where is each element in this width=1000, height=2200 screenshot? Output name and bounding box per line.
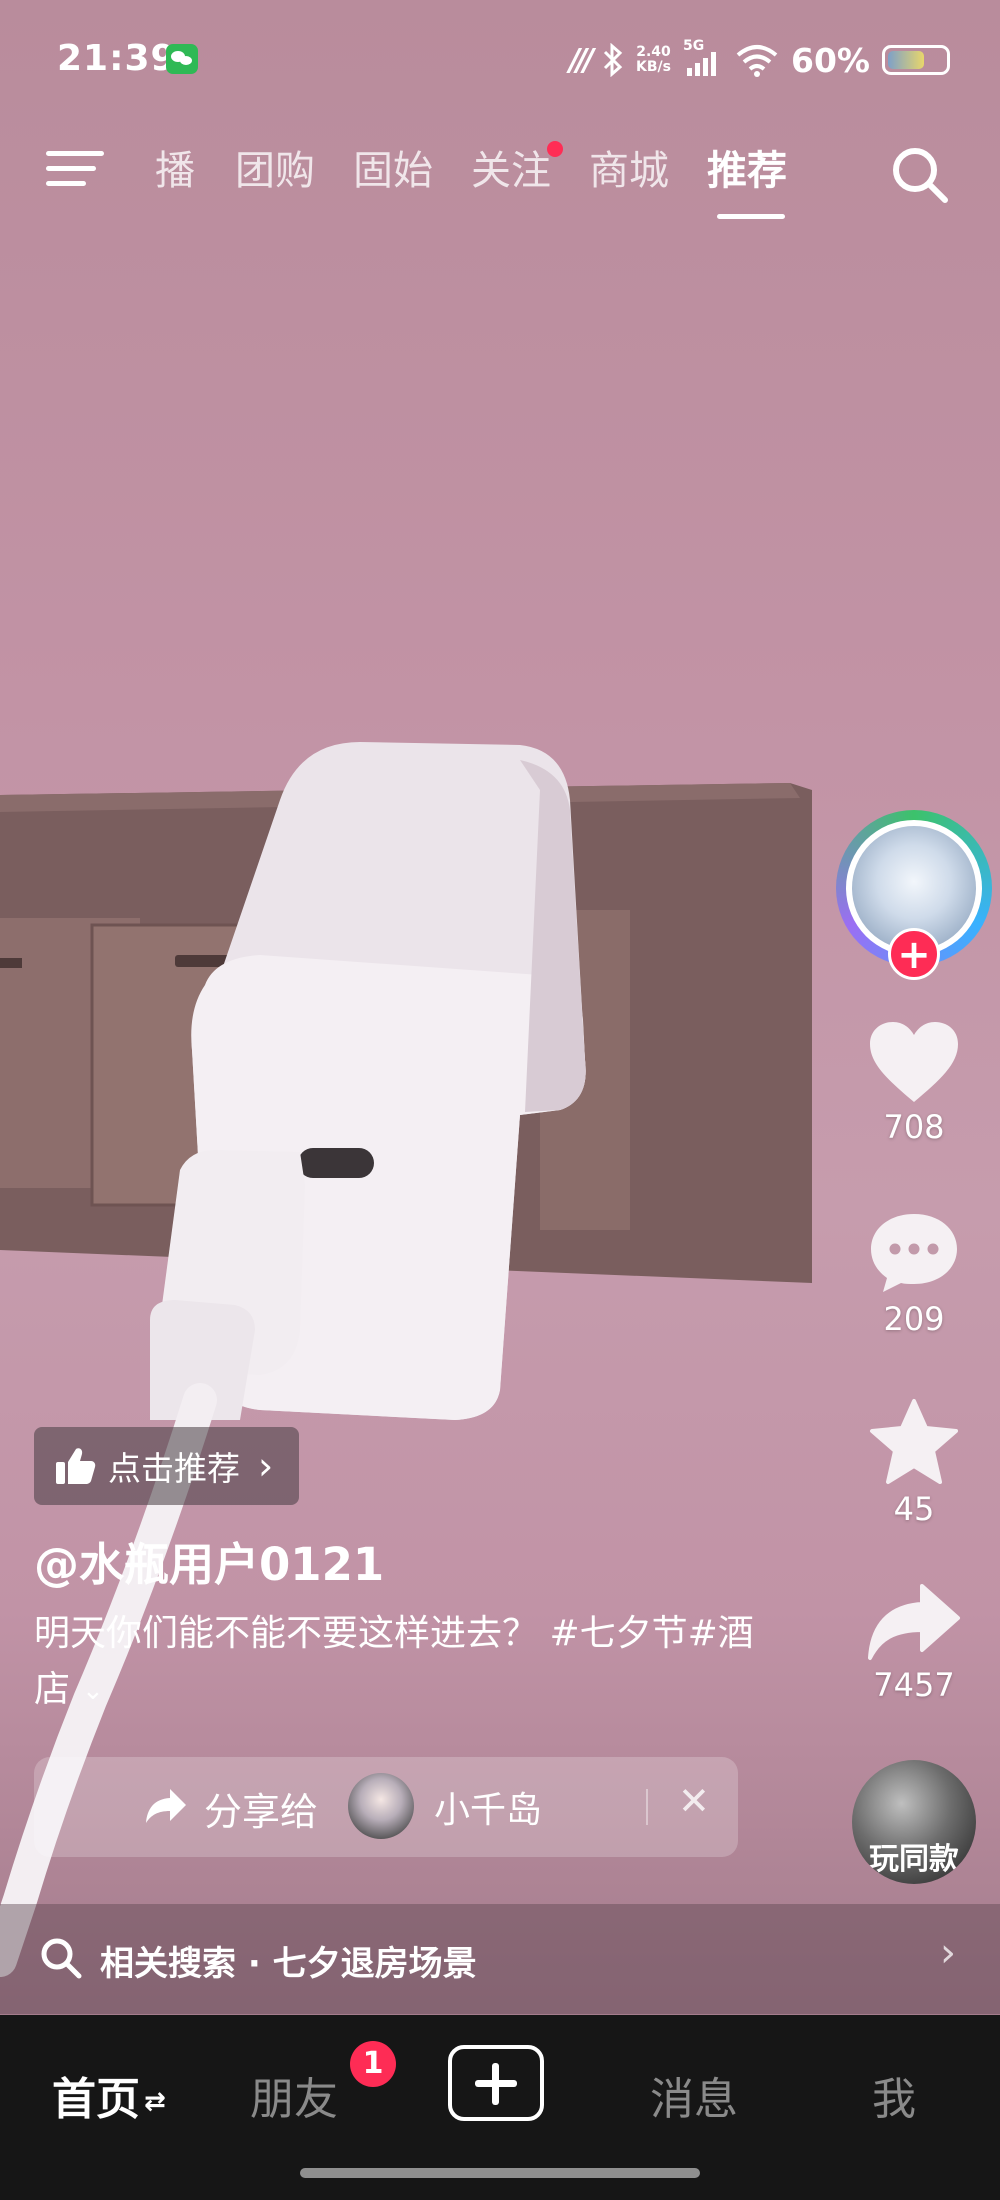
swap-icon: ⇄ [144,2087,166,2117]
chevron-right-icon: › [258,1444,274,1488]
tab-group-buy[interactable]: 团购 [235,143,315,199]
status-right: /// 2.40 KB/s 5G 60% [569,38,950,82]
tab-following[interactable]: 关注 [471,141,563,199]
status-time: 21:39 [57,38,177,79]
wifi-icon [736,45,778,77]
heart-icon [870,1022,958,1102]
nav-friends[interactable]: 朋友 1 [250,2041,396,2127]
expand-caption-icon[interactable]: ⌄ [82,1663,104,1719]
share-to-friend-bar[interactable]: 分享给 小千岛 ✕ [34,1757,738,1857]
tab-recommend[interactable]: 推荐 [707,143,787,219]
bottom-nav: 首页 ⇄ 朋友 1 消息 我 [0,2015,1000,2200]
favorite-button[interactable]: 45 [836,1398,992,1528]
related-search-bar[interactable]: 相关搜索 · 七夕退房场景 › [0,1904,1000,2014]
star-icon [870,1399,958,1484]
like-count: 708 [883,1108,945,1146]
divider [646,1789,648,1825]
search-icon[interactable] [890,145,950,205]
bluetooth-icon [603,43,623,77]
home-indicator[interactable] [300,2168,700,2178]
same-style-label: 玩同款 [869,1842,959,1877]
net-speed: 2.40 KB/s [636,44,671,75]
battery-percent: 60% [791,40,870,80]
comment-icon [871,1214,957,1292]
author-avatar[interactable]: + [836,810,992,980]
author-name[interactable]: @水瓶用户0121 [34,1528,384,1593]
share-count: 7457 [873,1666,955,1704]
nav-messages[interactable]: 消息 [650,2063,738,2127]
battery-icon [882,45,950,75]
favorite-count: 45 [893,1490,935,1528]
video-caption[interactable]: 明天你们能不能不要这样进去？ #七夕节#酒店 ⌄ [34,1606,774,1719]
video-screen[interactable]: 21:39 /// 2.40 KB/s 5G 60% 播 团购 固始 关注 商城… [0,0,1000,2200]
top-nav: 播 团购 固始 关注 商城 推荐 [0,135,1000,219]
status-bar: 21:39 /// 2.40 KB/s 5G 60% [0,0,1000,120]
friends-badge: 1 [350,2041,396,2087]
nav-home[interactable]: 首页 ⇄ [52,2063,166,2127]
related-search-text: 相关搜索 · 七夕退房场景 [100,1944,477,1984]
tab-mall[interactable]: 商城 [589,143,669,199]
top-tabs: 播 团购 固始 关注 商城 推荐 [155,141,825,219]
search-icon [41,1938,82,1979]
menu-icon[interactable] [46,147,104,191]
recommend-button[interactable]: 点击推荐 › [34,1427,300,1505]
share-icon [146,1789,186,1823]
nav-me[interactable]: 我 [872,2063,916,2127]
tab-local[interactable]: 固始 [353,143,433,199]
follow-button[interactable]: + [888,928,940,980]
close-icon[interactable]: ✕ [678,1779,710,1823]
contact-avatar [348,1773,414,1839]
thumbs-up-icon [56,1448,96,1484]
share-to-label: 分享给 [204,1790,319,1834]
carrier-icon: /// [569,42,594,78]
signal-icon: 5G [683,38,723,78]
wechat-icon [166,44,198,74]
comment-count: 209 [883,1300,945,1338]
contact-name: 小千岛 [434,1790,543,1831]
comment-button[interactable]: 209 [836,1210,992,1338]
same-style-button[interactable]: 玩同款 [852,1760,976,1884]
like-button[interactable]: 708 [836,1020,992,1146]
create-button[interactable] [448,2045,544,2121]
chevron-right-icon: › [940,1930,956,1976]
tab-live[interactable]: 播 [155,143,195,199]
recommend-label: 点击推荐 [108,1449,240,1488]
notification-dot [547,141,563,157]
share-button[interactable]: 7457 [836,1582,992,1704]
share-arrow-icon [868,1584,960,1660]
